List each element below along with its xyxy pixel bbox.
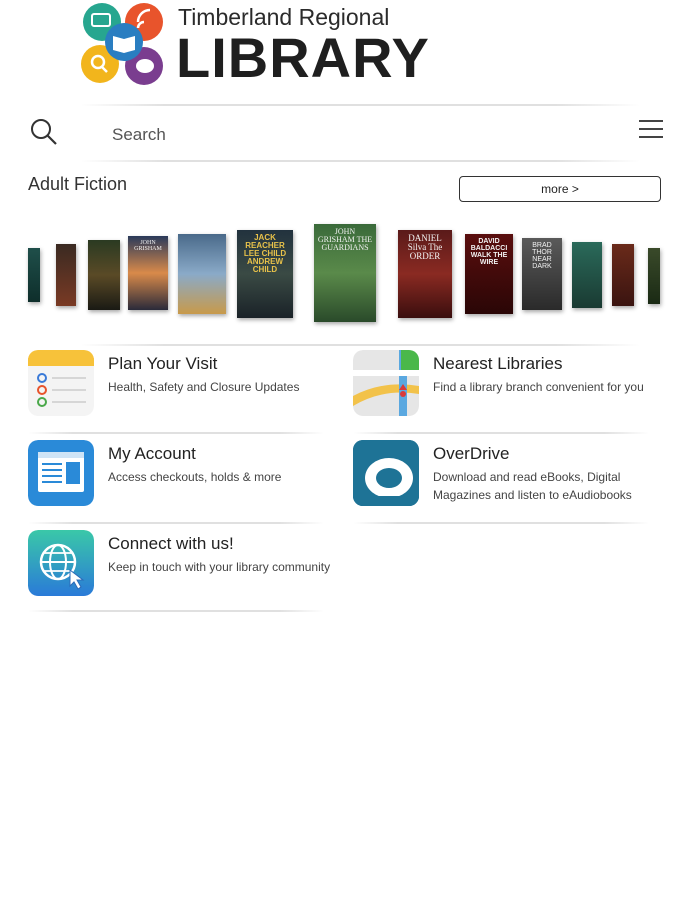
carousel-divider bbox=[80, 344, 640, 346]
tile-divider bbox=[28, 522, 324, 524]
globe-icon bbox=[28, 530, 94, 596]
logo-text-line2: LIBRARY bbox=[176, 26, 430, 89]
tile-subtitle: Access checkouts, holds & more bbox=[108, 470, 282, 484]
tile-divider bbox=[353, 432, 649, 434]
tile-title: My Account bbox=[108, 444, 196, 463]
hamburger-menu-icon[interactable] bbox=[639, 120, 663, 140]
book-cover[interactable] bbox=[56, 244, 76, 306]
tile-title: Nearest Libraries bbox=[433, 354, 563, 373]
search-icon[interactable] bbox=[30, 118, 58, 146]
tile-divider bbox=[28, 432, 324, 434]
book-cover[interactable]: DAVID BALDACCI WALK THE WIRE bbox=[465, 234, 513, 314]
tile-subtitle: Download and read eBooks, Digital Magazi… bbox=[433, 470, 632, 502]
tile-divider bbox=[28, 610, 324, 612]
tile-subtitle: Keep in touch with your library communit… bbox=[108, 560, 331, 574]
tile-subtitle: Find a library branch convenient for you bbox=[433, 380, 644, 394]
library-logo[interactable]: Timberland Regional LIBRARY bbox=[80, 0, 429, 92]
tile-title: Connect with us! bbox=[108, 534, 234, 553]
book-cover[interactable] bbox=[572, 242, 602, 308]
tile-title: Plan Your Visit bbox=[108, 354, 218, 373]
notes-icon bbox=[28, 350, 94, 416]
overdrive-tile[interactable]: OverDrive Download and read eBooks, Digi… bbox=[353, 440, 673, 520]
tile-divider bbox=[353, 522, 649, 524]
search-input[interactable] bbox=[110, 118, 594, 152]
my-account-tile[interactable]: My Account Access checkouts, holds & mor… bbox=[28, 440, 348, 520]
header-divider bbox=[80, 104, 640, 106]
nearest-libraries-tile[interactable]: Nearest Libraries Find a library branch … bbox=[353, 350, 673, 430]
tile-subtitle: Health, Safety and Closure Updates bbox=[108, 380, 300, 394]
search-divider bbox=[80, 160, 640, 162]
book-carousel[interactable]: JOHN GRISHAM JACK REACHER LEE CHILD ANDR… bbox=[0, 216, 689, 336]
logo-mark-icon bbox=[81, 3, 163, 85]
account-icon bbox=[28, 440, 94, 506]
book-cover[interactable]: JOHN GRISHAM THE GUARDIANS bbox=[314, 224, 376, 322]
book-cover[interactable]: DANIEL Silva The ORDER bbox=[398, 230, 452, 318]
book-cover[interactable]: BRAD THOR NEAR DARK bbox=[522, 238, 562, 310]
map-icon bbox=[353, 350, 419, 416]
tile-title: OverDrive bbox=[433, 444, 510, 463]
book-cover[interactable] bbox=[178, 234, 226, 314]
book-cover[interactable] bbox=[28, 248, 40, 302]
book-cover[interactable] bbox=[612, 244, 634, 306]
overdrive-icon bbox=[353, 440, 419, 506]
book-cover[interactable]: JACK REACHER LEE CHILD ANDREW CHILD bbox=[237, 230, 293, 318]
more-button[interactable]: more > bbox=[459, 176, 661, 202]
book-cover[interactable] bbox=[88, 240, 120, 310]
connect-with-us-tile[interactable]: Connect with us! Keep in touch with your… bbox=[28, 530, 348, 610]
section-title: Adult Fiction bbox=[28, 174, 128, 194]
book-cover[interactable] bbox=[648, 248, 660, 304]
book-cover[interactable]: JOHN GRISHAM bbox=[128, 236, 168, 310]
plan-your-visit-tile[interactable]: Plan Your Visit Health, Safety and Closu… bbox=[28, 350, 348, 430]
